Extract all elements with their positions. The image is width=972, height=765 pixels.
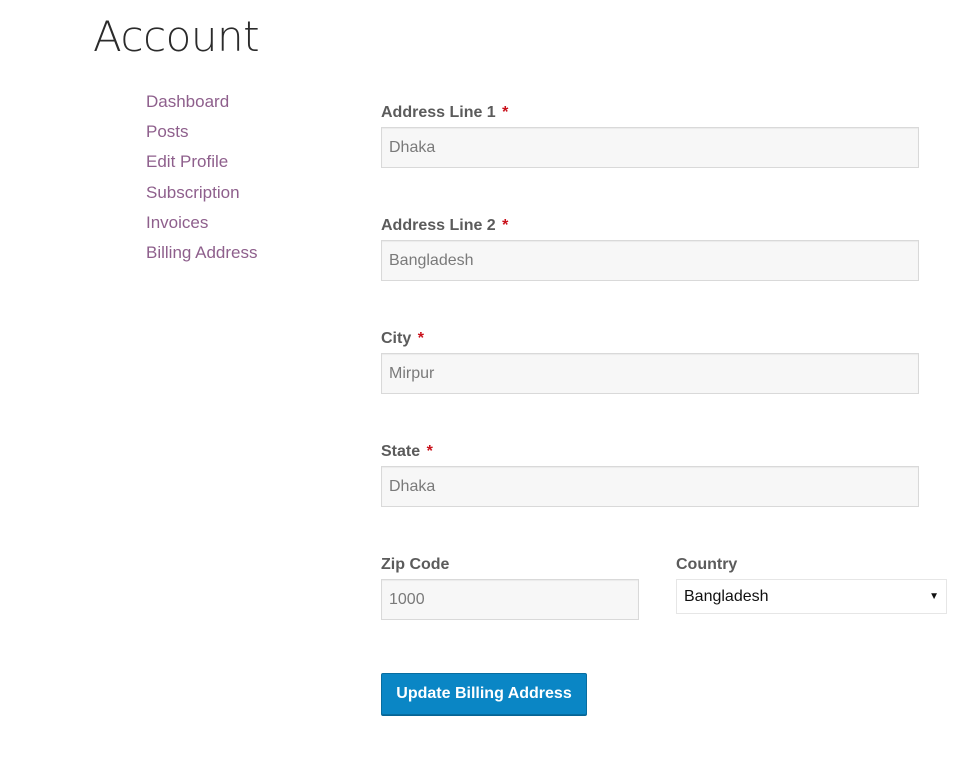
- country-field: Country Bangladesh ▼: [676, 554, 947, 614]
- city-label: City *: [381, 330, 424, 347]
- nav-link-edit-profile[interactable]: Edit Profile: [146, 152, 228, 171]
- required-marker: *: [502, 217, 509, 234]
- update-billing-address-button[interactable]: Update Billing Address: [381, 673, 587, 715]
- nav-link-posts[interactable]: Posts: [146, 122, 189, 141]
- state-input[interactable]: [381, 466, 919, 507]
- country-selected-value: Bangladesh: [684, 588, 769, 605]
- city-input[interactable]: [381, 353, 919, 394]
- nav-item-invoices: Invoices: [146, 212, 258, 242]
- nav-item-subscription: Subscription: [146, 182, 258, 212]
- city-field: City *: [381, 328, 919, 394]
- address-line-1-input[interactable]: [381, 127, 919, 168]
- account-navigation: Dashboard Posts Edit Profile Subscriptio…: [146, 91, 258, 272]
- zip-code-label: Zip Code: [381, 556, 450, 573]
- dropdown-arrow-icon: ▼: [929, 591, 939, 602]
- address-line-1-field: Address Line 1 *: [381, 102, 919, 168]
- page-title: Account: [93, 12, 260, 61]
- address-line-2-field: Address Line 2 *: [381, 215, 919, 281]
- address-line-1-label: Address Line 1 *: [381, 104, 509, 121]
- country-label: Country: [676, 556, 738, 573]
- nav-link-invoices[interactable]: Invoices: [146, 213, 208, 232]
- address-line-2-label: Address Line 2 *: [381, 217, 509, 234]
- address-line-2-input[interactable]: [381, 240, 919, 281]
- required-marker: *: [502, 104, 509, 121]
- nav-link-dashboard[interactable]: Dashboard: [146, 92, 229, 111]
- nav-link-subscription[interactable]: Subscription: [146, 183, 240, 202]
- nav-item-billing-address: Billing Address: [146, 242, 258, 272]
- nav-item-edit-profile: Edit Profile: [146, 151, 258, 181]
- zip-code-input[interactable]: [381, 579, 639, 620]
- nav-item-posts: Posts: [146, 121, 258, 151]
- state-label: State *: [381, 443, 433, 460]
- required-marker: *: [426, 443, 433, 460]
- required-marker: *: [417, 330, 424, 347]
- country-select[interactable]: Bangladesh ▼: [676, 579, 947, 614]
- nav-link-billing-address[interactable]: Billing Address: [146, 243, 258, 262]
- nav-item-dashboard: Dashboard: [146, 91, 258, 121]
- state-field: State *: [381, 441, 919, 507]
- zip-code-field: Zip Code: [381, 554, 639, 620]
